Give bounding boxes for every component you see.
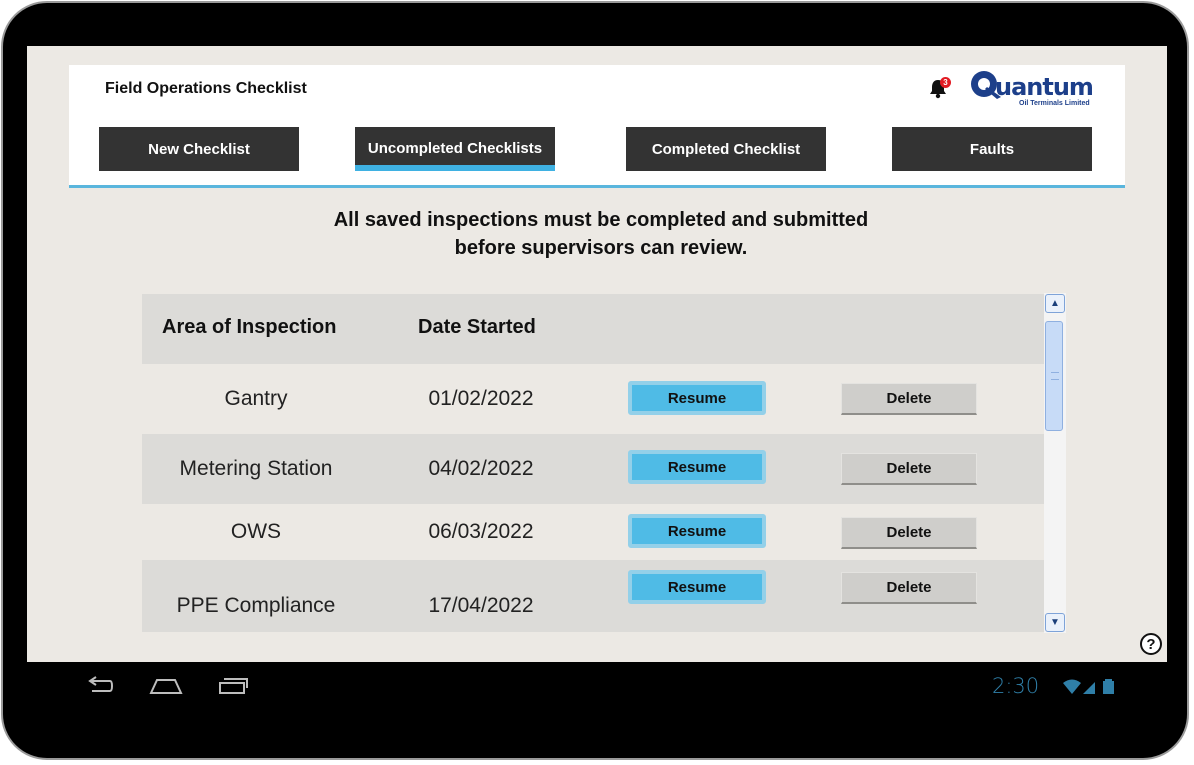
- delete-button[interactable]: Delete: [841, 517, 977, 549]
- tab-new-checklist[interactable]: New Checklist: [99, 127, 299, 171]
- grip-icon: [1051, 372, 1059, 380]
- resume-button[interactable]: Resume: [628, 381, 766, 415]
- table-row: PPE Compliance 17/04/2022 Resume Delete: [142, 560, 1044, 632]
- tab-completed-checklist[interactable]: Completed Checklist: [626, 127, 826, 171]
- cell-area: Metering Station: [179, 457, 333, 480]
- app-screen: Field Operations Checklist 3 uantum Oil …: [27, 46, 1167, 662]
- system-clock: 2:30: [992, 674, 1040, 698]
- notice-line-2: before supervisors can review.: [454, 237, 748, 259]
- resume-button[interactable]: Resume: [628, 570, 766, 604]
- resume-button[interactable]: Resume: [628, 514, 766, 548]
- cell-date: 04/02/2022: [428, 457, 534, 480]
- cell-area: Gantry: [224, 387, 288, 410]
- cell-date: 01/02/2022: [428, 387, 534, 410]
- notice-line-1: All saved inspections must be completed …: [333, 209, 869, 231]
- home-icon[interactable]: [149, 676, 183, 696]
- delete-button[interactable]: Delete: [841, 453, 977, 485]
- table-row: OWS 06/03/2022 Resume Delete: [142, 504, 1044, 560]
- logo-subtitle: Oil Terminals Limited: [1019, 100, 1090, 107]
- checklist-table: Area of Inspection Date Started Gantry 0…: [142, 294, 1066, 632]
- resume-button[interactable]: Resume: [628, 450, 766, 484]
- status-icons: [1061, 677, 1141, 702]
- delete-button[interactable]: Delete: [841, 572, 977, 604]
- back-icon[interactable]: [84, 676, 114, 696]
- cell-date: 06/03/2022: [428, 520, 534, 543]
- question-circle-icon[interactable]: ?: [1140, 633, 1162, 655]
- cell-area: PPE Compliance: [176, 594, 336, 617]
- tablet-frame: Field Operations Checklist 3 uantum Oil …: [1, 1, 1189, 760]
- scroll-up-icon[interactable]: ▲: [1045, 294, 1065, 313]
- tab-uncompleted-checklists[interactable]: Uncompleted Checklists: [355, 127, 555, 171]
- wifi-icon: [1063, 679, 1081, 694]
- scroll-thumb[interactable]: [1045, 321, 1063, 431]
- android-navbar: 2:30: [27, 662, 1167, 714]
- cell-date: 17/04/2022: [428, 594, 534, 617]
- cell-area: OWS: [230, 520, 282, 543]
- table-row: Gantry 01/02/2022 Resume Delete: [142, 364, 1044, 434]
- table-header: Area of Inspection Date Started: [142, 294, 1044, 364]
- company-logo: uantum Oil Terminals Limited: [967, 67, 1094, 111]
- app-header: Field Operations Checklist 3 uantum Oil …: [69, 65, 1125, 188]
- header-date: Date Started: [418, 316, 536, 338]
- signal-icon: [1083, 682, 1095, 694]
- logo-wordmark: uantum: [995, 73, 1094, 101]
- header-area: Area of Inspection: [162, 316, 337, 338]
- recents-icon[interactable]: [217, 676, 249, 696]
- scroll-down-icon[interactable]: ▼: [1045, 613, 1065, 632]
- delete-button[interactable]: Delete: [841, 383, 977, 415]
- tab-faults[interactable]: Faults: [892, 127, 1092, 171]
- table-row: Metering Station 04/02/2022 Resume Delet…: [142, 434, 1044, 504]
- table-scrollbar[interactable]: ▲ ▼: [1044, 293, 1066, 633]
- notice-message: All saved inspections must be completed …: [27, 206, 1167, 262]
- notification-badge: 3: [940, 77, 951, 88]
- app-title: Field Operations Checklist: [105, 80, 307, 97]
- battery-icon: [1103, 679, 1114, 694]
